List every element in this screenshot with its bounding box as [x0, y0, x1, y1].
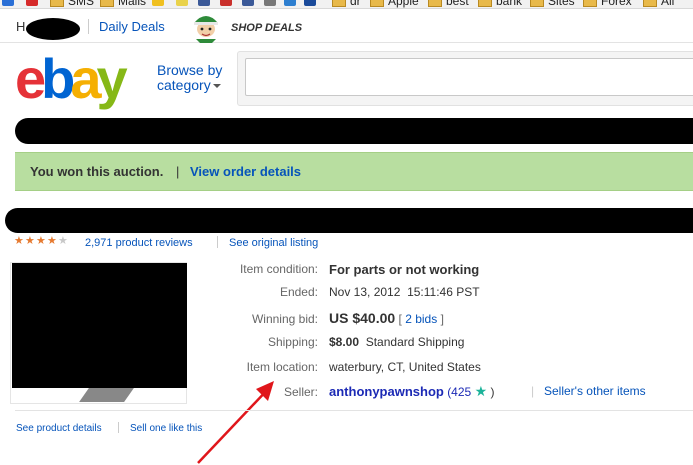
ebay-logo[interactable]: ebay [15, 50, 150, 108]
redacted-username [26, 18, 80, 40]
folder-icon [583, 0, 597, 8]
seller-info: anthonypawnshop (425 ★ ) [329, 383, 495, 399]
condition-label: Item condition: [239, 262, 318, 276]
globe-icon[interactable] [264, 0, 276, 6]
redacted-product-title [5, 208, 693, 233]
facebook-icon[interactable] [242, 0, 254, 6]
folder-icon [478, 0, 492, 8]
bookmark-best[interactable]: best [428, 0, 469, 8]
google-icon[interactable] [220, 0, 232, 6]
item-location-value: waterbury, CT, United States [329, 360, 481, 374]
youtube-icon[interactable] [26, 0, 38, 6]
product-reviews-link[interactable]: 2,971 product reviews [85, 237, 193, 249]
shop-deals-link[interactable]: SHOP DEALS [231, 22, 302, 34]
folder-icon [643, 0, 657, 8]
browse-by-category-button[interactable]: Browse by category [157, 63, 222, 93]
bookmark-sites[interactable]: Sites [530, 0, 575, 8]
folder-icon [100, 0, 114, 8]
bookmark-sms[interactable]: SMS [50, 0, 94, 8]
ended-value: Nov 13, 2012 15:11:46 PST [329, 285, 480, 299]
folder-icon [370, 0, 384, 8]
see-original-listing-link[interactable]: See original listing [229, 237, 318, 249]
feedback-score[interactable]: (425 [447, 385, 471, 399]
condition-value: For parts or not working [329, 262, 480, 277]
rating-star-icon: ★ [47, 235, 57, 247]
bookmark-mails[interactable]: Mails [100, 0, 146, 8]
bookmarks-bar: SMS Mails dr Apple best bank Sites Forex… [0, 0, 693, 9]
mail-icon[interactable] [2, 0, 14, 6]
folder-icon [50, 0, 64, 8]
redacted-item-title [15, 118, 693, 144]
bookmark-bank[interactable]: bank [478, 0, 522, 8]
paypal-icon[interactable] [304, 0, 316, 6]
gear-icon[interactable] [284, 0, 296, 6]
seller-name-link[interactable]: anthonypawnshop [329, 384, 444, 399]
smiley-icon[interactable] [176, 0, 188, 6]
rating-star-icon: ★ [36, 235, 46, 247]
reviews-divider [217, 236, 218, 248]
footer-separator [118, 422, 119, 433]
seller-divider: | [531, 384, 535, 398]
nav-divider [88, 19, 89, 34]
sell-one-like-this-link[interactable]: Sell one like this [130, 423, 202, 434]
winning-bid-label: Winning bid: [251, 312, 318, 326]
folder-icon [428, 0, 442, 8]
shipping-label: Shipping: [267, 335, 318, 349]
see-product-details-link[interactable]: See product details [16, 423, 102, 434]
item-location-label: Item location: [246, 360, 318, 374]
flag-icon[interactable] [152, 0, 164, 6]
bookmark-all[interactable]: All [643, 0, 674, 8]
product-image[interactable] [12, 263, 187, 388]
sellers-other-items-link[interactable]: Seller's other items [544, 384, 646, 398]
folder-icon [332, 0, 346, 8]
bookmark-apple[interactable]: Apple [370, 0, 419, 8]
rating-star-empty-icon: ★ [58, 235, 68, 247]
daily-deals-link[interactable]: Daily Deals [99, 19, 165, 34]
auction-won-message: You won this auction. [30, 164, 164, 179]
rating-star-icon: ★ [25, 235, 35, 247]
feedback-star-icon: ★ [474, 383, 488, 399]
ended-label: Ended: [279, 285, 318, 299]
banner-separator: | [176, 164, 180, 179]
home-link[interactable]: H [16, 19, 25, 34]
shipping-value: $8.00 Standard Shipping [329, 335, 465, 349]
footer-divider [15, 410, 693, 411]
rating-star-icon: ★ [14, 235, 24, 247]
view-order-details-link[interactable]: View order details [190, 164, 301, 179]
bookmark-forex[interactable]: Forex [583, 0, 632, 8]
folder-icon [530, 0, 544, 8]
bookmark-dr[interactable]: dr [332, 0, 361, 8]
facebook-icon[interactable] [198, 0, 210, 6]
bids-link[interactable]: 2 bids [405, 312, 437, 326]
chevron-down-icon [212, 84, 221, 89]
elf-mascot-icon [194, 16, 218, 43]
search-input[interactable] [245, 58, 693, 96]
red-arrow-annotation [197, 381, 274, 464]
winning-bid-value: US $40.00 [ 2 bids ] [329, 310, 444, 326]
